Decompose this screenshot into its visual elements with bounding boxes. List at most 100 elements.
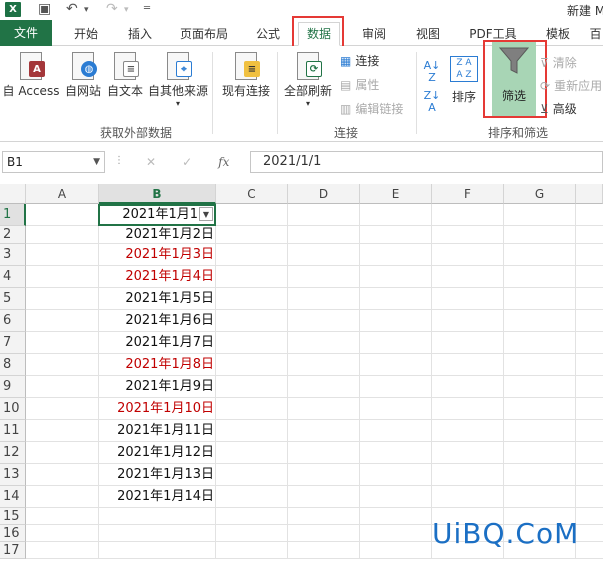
cell-b[interactable]: 2021年1月3日: [99, 244, 216, 266]
tab-file[interactable]: 文件: [0, 20, 52, 46]
column-header-h[interactable]: [576, 184, 603, 204]
clear-filter-icon: ⊽: [540, 55, 549, 70]
save-icon[interactable]: ▣: [38, 1, 51, 17]
sort-za-icon: Z↓ A: [423, 89, 441, 114]
insert-function-icon[interactable]: fx: [218, 155, 229, 169]
select-all-corner[interactable]: [0, 184, 26, 204]
advanced-filter-button[interactable]: ⊻ 高级: [540, 100, 577, 117]
row-header[interactable]: 9: [0, 376, 26, 398]
row-header[interactable]: 13: [0, 464, 26, 486]
connections-icon: ▦: [340, 53, 352, 68]
cell-b[interactable]: 2021年1月8日: [99, 354, 216, 376]
formula-bar: B1 ▼ ⋮ ✕ ✓ fx 2021/1/1: [0, 145, 603, 179]
gridline: [26, 558, 603, 559]
sort-ascending-button[interactable]: A↓ Z: [422, 60, 442, 84]
cell-b[interactable]: 2021年1月14日: [99, 486, 216, 508]
formula-input[interactable]: 2021/1/1: [250, 151, 603, 173]
customize-toolbar-icon[interactable]: ═: [144, 3, 150, 14]
clear-filter-label: 清除: [552, 56, 577, 70]
row-header[interactable]: 5: [0, 288, 26, 310]
tab-home[interactable]: 开始: [62, 24, 110, 44]
tab-insert[interactable]: 插入: [116, 24, 164, 44]
existing-connections-button[interactable]: ≡ 现有连接: [218, 52, 274, 99]
gridline: [215, 204, 216, 559]
column-header-g[interactable]: G: [504, 184, 576, 204]
filter-dropdown-icon[interactable]: ▼: [199, 207, 213, 221]
column-header-b[interactable]: B: [99, 184, 216, 204]
sort-descending-button[interactable]: Z↓ A: [422, 90, 442, 114]
row-header[interactable]: 7: [0, 332, 26, 354]
divider: [212, 52, 213, 134]
chevron-down-icon[interactable]: ▼: [93, 152, 100, 172]
row-header[interactable]: 2: [0, 226, 26, 244]
row-header[interactable]: 3: [0, 244, 26, 266]
group-label-sort-filter: 排序和筛选: [488, 126, 549, 140]
row-header[interactable]: 1: [0, 204, 26, 226]
row-header[interactable]: 16: [0, 525, 26, 542]
tab-view[interactable]: 视图: [406, 24, 450, 44]
properties-icon: ▤: [340, 77, 352, 92]
column-header-c[interactable]: C: [216, 184, 288, 204]
window-title: 新建 M: [567, 4, 603, 18]
cell-b[interactable]: 2021年1月2日: [99, 226, 216, 244]
row-header[interactable]: 15: [0, 508, 26, 525]
row-header[interactable]: 8: [0, 354, 26, 376]
tab-formulas[interactable]: 公式: [246, 24, 290, 44]
row-header[interactable]: 11: [0, 420, 26, 442]
from-other-sources-button[interactable]: ⌖ 自其他来源 ▾: [146, 52, 210, 108]
sort-label: 排序: [451, 90, 476, 104]
row-header[interactable]: 6: [0, 310, 26, 332]
gridline: [503, 204, 504, 559]
column-header-d[interactable]: D: [288, 184, 360, 204]
gridline: [431, 204, 432, 559]
row-header[interactable]: 4: [0, 266, 26, 288]
refresh-icon: ⟳: [297, 52, 322, 80]
from-web-label: 自网站: [64, 84, 101, 98]
cell-b[interactable]: 2021年1月12日: [99, 442, 216, 464]
reapply-button[interactable]: ⟳ 重新应用: [540, 77, 602, 94]
reapply-label: 重新应用: [554, 79, 603, 93]
row-header[interactable]: 17: [0, 542, 26, 559]
column-header-e[interactable]: E: [360, 184, 432, 204]
clear-filter-button[interactable]: ⊽ 清除: [540, 54, 577, 71]
resize-handle-icon[interactable]: ⋮: [114, 155, 124, 166]
cell-b[interactable]: 2021年1月13日: [99, 464, 216, 486]
group-label-connections: 连接: [334, 126, 359, 140]
connections-button[interactable]: ▦ 连接: [340, 52, 379, 69]
name-box[interactable]: B1 ▼: [2, 151, 105, 173]
redo-dropdown-icon[interactable]: ▾: [124, 5, 129, 15]
edit-links-button[interactable]: ▥ 编辑链接: [340, 100, 403, 117]
row-header[interactable]: 10: [0, 398, 26, 420]
sort-button[interactable]: Z AA Z 排序: [448, 56, 480, 105]
tab-overflow[interactable]: 百: [588, 24, 603, 44]
cell-b[interactable]: 2021年1月11日: [99, 420, 216, 442]
advanced-filter-icon: ⊻: [540, 101, 549, 116]
cell-b[interactable]: 2021年1月6日: [99, 310, 216, 332]
cell-b[interactable]: 2021年1月7日: [99, 332, 216, 354]
gridline: [287, 204, 288, 559]
from-access-button[interactable]: A 自 Access: [2, 52, 60, 99]
cell-b[interactable]: 2021年1月5日: [99, 288, 216, 310]
refresh-all-button[interactable]: ⟳ 全部刷新 ▾: [280, 52, 336, 108]
excel-logo-icon: X: [5, 2, 21, 17]
from-web-button[interactable]: ◍ 自网站: [62, 52, 104, 99]
cell-b[interactable]: 2021年1月9日: [99, 376, 216, 398]
tab-page-layout[interactable]: 页面布局: [172, 24, 236, 44]
undo-dropdown-icon[interactable]: ▾: [84, 5, 89, 15]
column-header-a[interactable]: A: [26, 184, 99, 204]
cell-b[interactable]: 2021年1月10日: [99, 398, 216, 420]
text-file-icon: ≡: [114, 52, 139, 80]
row-header[interactable]: 14: [0, 486, 26, 508]
column-header-f[interactable]: F: [432, 184, 504, 204]
worksheet-grid[interactable]: A B C D E F G 1 2021年1月1 2 2021年1月2日 3 2021年1…: [0, 184, 603, 561]
redo-icon[interactable]: ↷: [106, 1, 118, 17]
cell-b[interactable]: 2021年1月4日: [99, 266, 216, 288]
from-text-button[interactable]: ≡ 自文本: [104, 52, 146, 99]
cancel-icon[interactable]: ✕: [146, 155, 156, 169]
row-header[interactable]: 12: [0, 442, 26, 464]
group-label-external-data: 获取外部数据: [100, 126, 173, 140]
undo-icon[interactable]: ↶: [66, 1, 78, 17]
confirm-icon[interactable]: ✓: [182, 155, 192, 169]
properties-button[interactable]: ▤ 属性: [340, 76, 379, 93]
tab-review[interactable]: 审阅: [352, 24, 396, 44]
